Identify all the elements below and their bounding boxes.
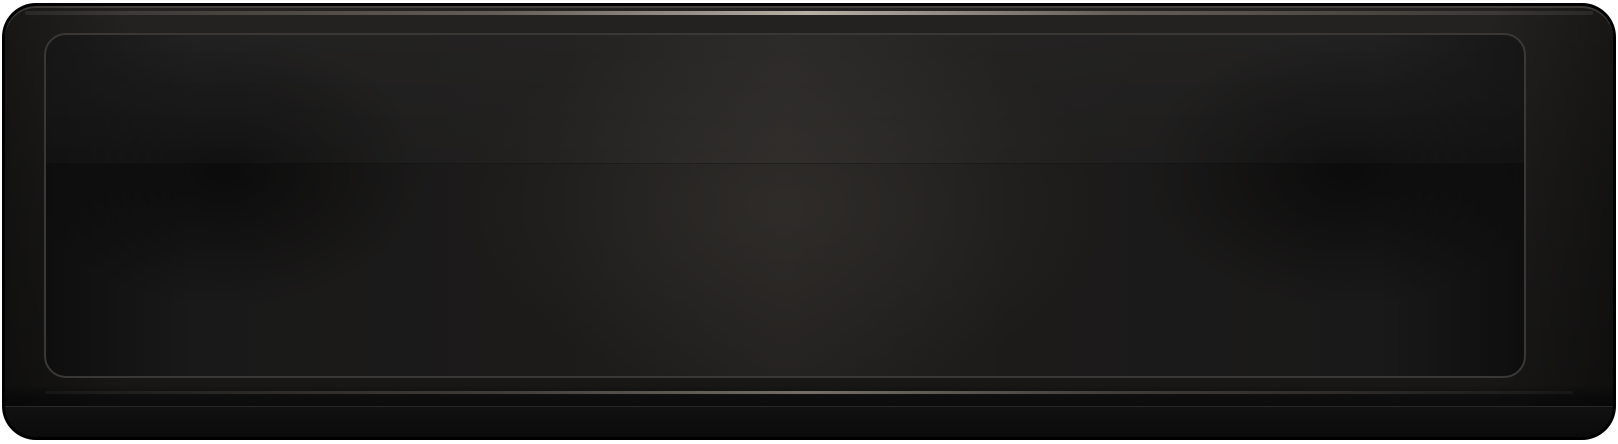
top-highlight [25, 11, 1593, 15]
display-panel [44, 33, 1526, 378]
device-frame [2, 3, 1616, 440]
bottom-highlight [45, 391, 1573, 394]
display-glare [46, 35, 1524, 164]
panel-bezel [5, 6, 1613, 437]
base-lip [5, 406, 1613, 437]
